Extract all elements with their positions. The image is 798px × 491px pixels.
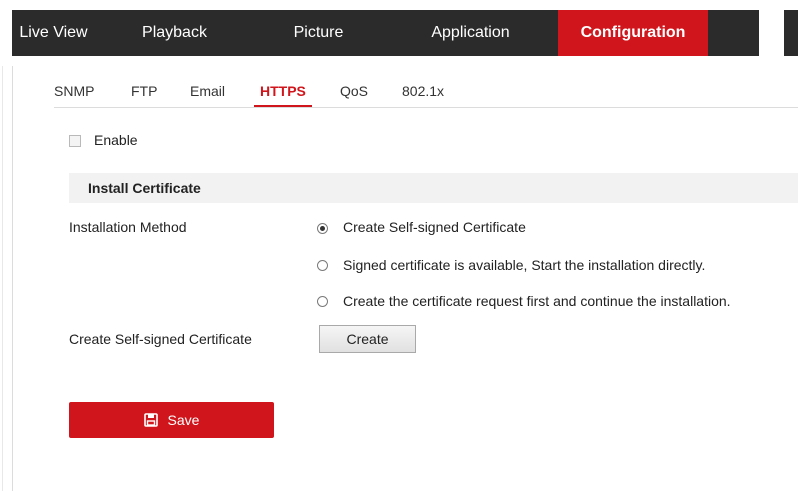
- tab-8021x[interactable]: 802.1x: [402, 76, 444, 106]
- radio-certificate-request[interactable]: [317, 296, 328, 307]
- sub-tabs: SNMP FTP Email HTTPS QoS 802.1x: [54, 76, 798, 108]
- nav-live-view[interactable]: Live View: [12, 10, 95, 56]
- enable-checkbox[interactable]: [69, 135, 81, 147]
- save-label: Save: [167, 412, 200, 428]
- installation-method-label: Installation Method: [69, 219, 187, 235]
- nav-application[interactable]: Application: [383, 10, 558, 56]
- nav-picture[interactable]: Picture: [254, 10, 383, 56]
- tab-snmp[interactable]: SNMP: [54, 76, 94, 106]
- top-nav-bar: Live View Playback Picture Application C…: [12, 10, 759, 56]
- nav-playback[interactable]: Playback: [95, 10, 254, 56]
- save-icon: [143, 413, 158, 427]
- nav-configuration[interactable]: Configuration: [558, 10, 708, 56]
- radio-certificate-request-label: Create the certificate request first and…: [343, 293, 731, 309]
- left-border: [12, 66, 13, 491]
- left-border-outer: [2, 66, 3, 491]
- tab-ftp[interactable]: FTP: [131, 76, 157, 106]
- create-button[interactable]: Create: [319, 325, 416, 353]
- top-nav-edge: [784, 10, 798, 56]
- tab-email[interactable]: Email: [190, 76, 225, 106]
- self-signed-label: Create Self-signed Certificate: [69, 331, 252, 347]
- radio-signed-available-label: Signed certificate is available, Start t…: [343, 257, 706, 273]
- tab-https[interactable]: HTTPS: [254, 76, 312, 107]
- tab-qos[interactable]: QoS: [340, 76, 368, 106]
- enable-label: Enable: [94, 132, 138, 148]
- install-certificate-header: Install Certificate: [69, 173, 798, 203]
- radio-self-signed[interactable]: [317, 223, 328, 234]
- radio-signed-available[interactable]: [317, 260, 328, 271]
- top-navigation: Live View Playback Picture Application C…: [0, 0, 798, 66]
- save-button[interactable]: Save: [69, 402, 274, 438]
- radio-self-signed-label: Create Self-signed Certificate: [343, 219, 526, 235]
- section-title: Install Certificate: [88, 180, 201, 196]
